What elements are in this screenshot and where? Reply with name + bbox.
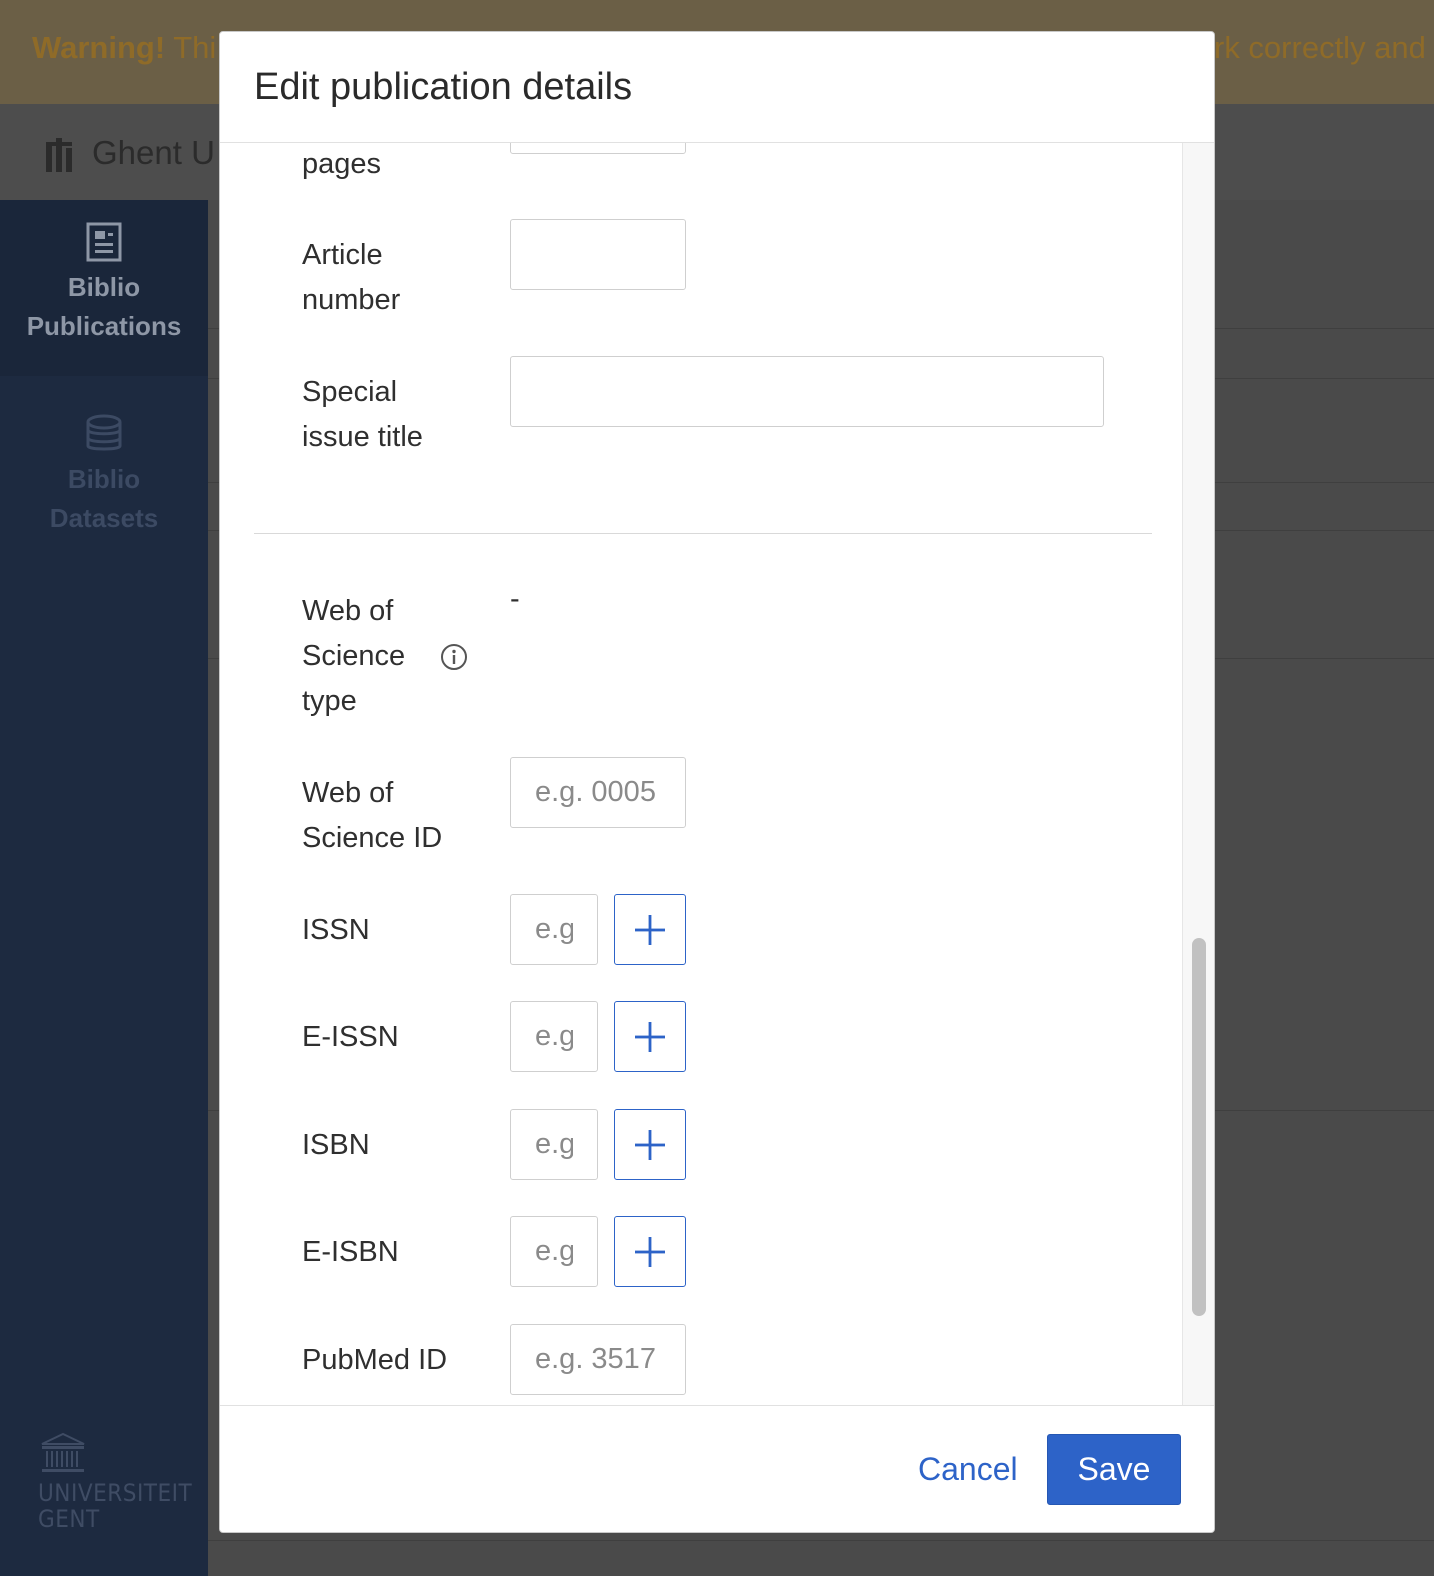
sidebar-item-publications[interactable]: Biblio Publications <box>0 200 208 376</box>
sidebar-item-label-line1: Biblio <box>67 272 141 302</box>
pubmed-id-label: PubMed ID <box>302 1344 448 1376</box>
section-divider <box>254 533 1152 534</box>
pubmed-id-input[interactable] <box>510 1324 686 1395</box>
plus-icon <box>635 1236 665 1267</box>
cancel-button[interactable]: Cancel <box>904 1434 1032 1505</box>
add-issn-button[interactable] <box>614 894 686 965</box>
isbn-input[interactable] <box>510 1109 598 1180</box>
special-issue-title-input[interactable] <box>510 356 1104 427</box>
eissn-label: E-ISSN <box>302 1021 399 1053</box>
sidebar-item-datasets[interactable]: Biblio Datasets <box>0 376 208 566</box>
university-logo: UNIVERSITEIT GENT <box>38 1432 192 1532</box>
isbn-label: ISBN <box>302 1129 370 1161</box>
issn-label: ISSN <box>302 914 370 946</box>
logo-line1: UNIVERSITEIT <box>38 1479 193 1507</box>
article-number-input[interactable] <box>510 219 686 290</box>
modal-scrollbar[interactable] <box>1182 143 1214 1405</box>
sidebar-item-label-line1: Biblio <box>67 464 141 494</box>
add-eisbn-button[interactable] <box>614 1216 686 1287</box>
modal-body[interactable]: pages Article number Special issue title… <box>220 143 1182 1405</box>
save-button[interactable]: Save <box>1047 1434 1181 1505</box>
eisbn-input[interactable] <box>510 1216 598 1287</box>
building-icon <box>41 1432 85 1472</box>
modal-footer: Cancel Save <box>220 1405 1214 1532</box>
add-eissn-button[interactable] <box>614 1001 686 1072</box>
edit-publication-modal: Edit publication details pages Article n… <box>219 31 1215 1533</box>
ugent-brand-icon <box>46 138 72 172</box>
logo-line2: GENT <box>38 1505 100 1533</box>
special-issue-title-label: Special issue title <box>302 376 423 453</box>
info-icon[interactable] <box>440 643 468 671</box>
eisbn-label: E-ISBN <box>302 1236 399 1268</box>
plus-icon <box>635 914 665 945</box>
issn-input[interactable] <box>510 894 598 965</box>
database-icon <box>86 414 122 451</box>
modal-title: Edit publication details <box>254 66 633 108</box>
article-number-label: Article number <box>302 239 401 316</box>
scrollbar-thumb[interactable] <box>1192 938 1206 1316</box>
brand-name: Ghent U <box>92 134 215 171</box>
eissn-input[interactable] <box>510 1001 598 1072</box>
sidebar-item-label-line2: Publications <box>26 311 182 341</box>
wos-type-value: - <box>510 583 520 615</box>
wos-id-input[interactable] <box>510 757 686 828</box>
modal-header: Edit publication details <box>220 32 1214 143</box>
wos-id-label: Web of Science ID <box>302 777 443 854</box>
pages-input-edge[interactable] <box>510 143 686 154</box>
pages-label: pages <box>302 148 382 180</box>
sidebar-item-label-line2: Datasets <box>49 503 159 533</box>
plus-icon <box>635 1021 665 1052</box>
plus-icon <box>635 1129 665 1160</box>
document-icon <box>86 222 122 262</box>
warning-text-start: Warning! Thi <box>32 30 217 65</box>
warning-text-end: rk correctly and <box>1214 30 1426 65</box>
add-isbn-button[interactable] <box>614 1109 686 1180</box>
